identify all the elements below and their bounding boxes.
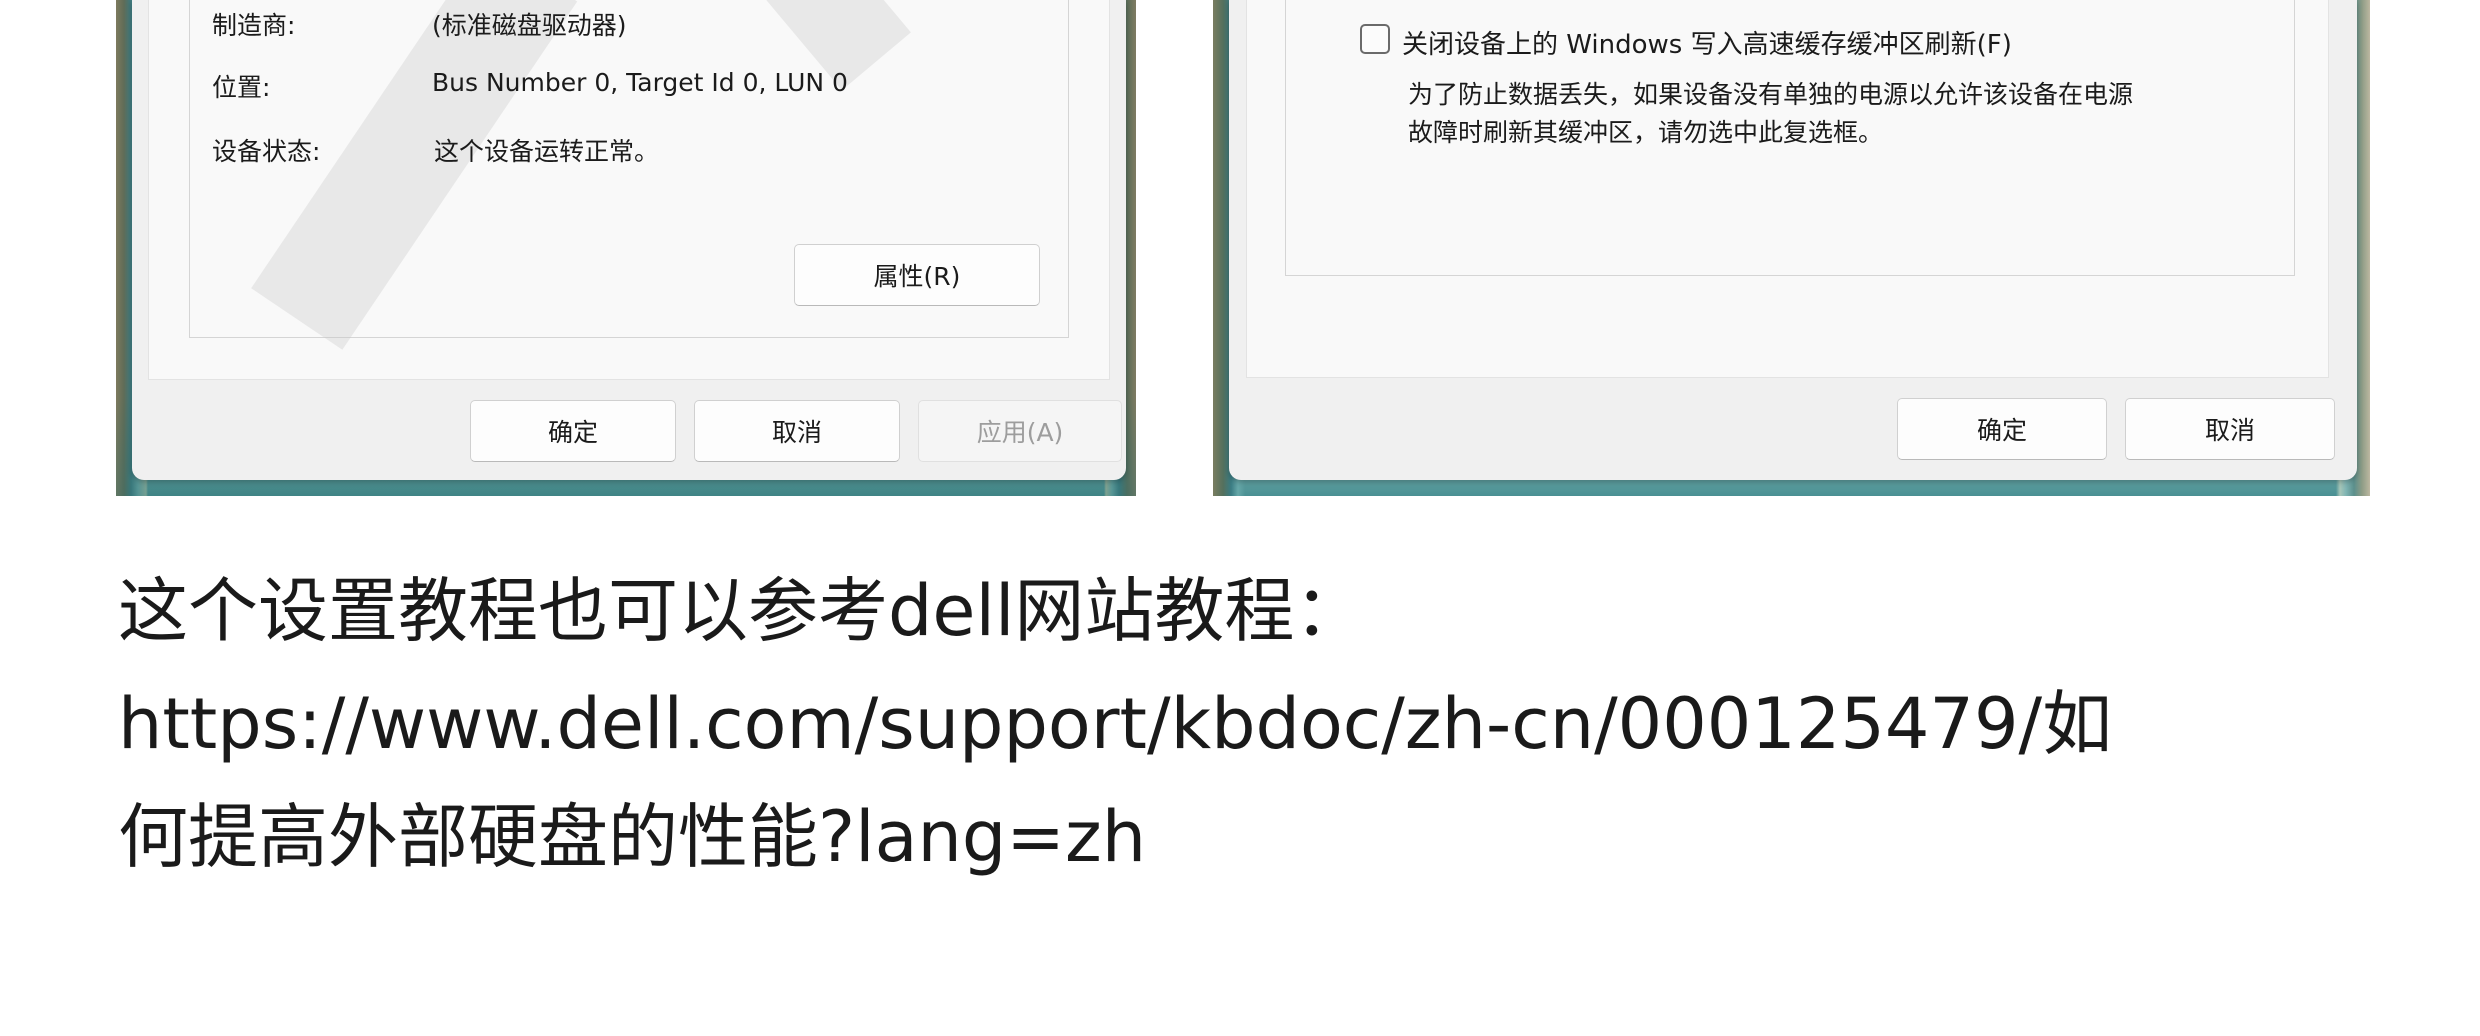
write-cache-description: 为了防止数据丢失，如果设备没有单独的电源以允许该设备在电源 故障时刷新其缓冲区，… — [1408, 76, 2133, 152]
manufacturer-value: (标准磁盘驱动器) — [432, 11, 627, 40]
caption-line: 这个设置教程也可以参考dell网站教程： — [118, 570, 1365, 652]
tutorial-caption: 这个设置教程也可以参考dell网站教程： https://www.dell.co… — [118, 555, 2458, 894]
policies-dialog: 关闭设备上的 Windows 写入高速缓存缓冲区刷新(F) 为了防止数据丢失，如… — [1229, 0, 2357, 480]
ok-button[interactable]: 确定 — [1897, 398, 2107, 460]
ok-button[interactable]: 确定 — [470, 400, 676, 462]
device-properties-dialog: 制造商: (标准磁盘驱动器) 位置: Bus Number 0, Target … — [132, 0, 1126, 480]
device-status-label: 设备状态: — [212, 137, 321, 166]
location-value: Bus Number 0, Target Id 0, LUN 0 — [432, 68, 848, 97]
cancel-button[interactable]: 取消 — [694, 400, 900, 462]
write-caching-group: 关闭设备上的 Windows 写入高速缓存缓冲区刷新(F) 为了防止数据丢失，如… — [1285, 0, 2295, 276]
manufacturer-label: 制造商: — [212, 11, 296, 40]
apply-button[interactable]: 应用(A) — [918, 400, 1122, 462]
caption-url-line[interactable]: 何提高外部硬盘的性能?lang=zh — [118, 781, 2458, 894]
right-screenshot: 关闭设备上的 Windows 写入高速缓存缓冲区刷新(F) 为了防止数据丢失，如… — [1213, 0, 2370, 496]
write-cache-flush-label[interactable]: 关闭设备上的 Windows 写入高速缓存缓冲区刷新(F) — [1402, 24, 2012, 61]
policies-tab-panel: 关闭设备上的 Windows 写入高速缓存缓冲区刷新(F) 为了防止数据丢失，如… — [1246, 0, 2329, 378]
watermark-mark — [251, 0, 578, 350]
write-cache-flush-checkbox[interactable] — [1360, 24, 1390, 54]
location-label: 位置: — [212, 73, 271, 102]
caption-url-line[interactable]: https://www.dell.com/support/kbdoc/zh-cn… — [118, 668, 2458, 781]
description-line: 为了防止数据丢失，如果设备没有单独的电源以允许该设备在电源 — [1408, 80, 2134, 109]
description-line: 故障时刷新其缓冲区，请勿选中此复选框。 — [1408, 118, 1884, 147]
cancel-button[interactable]: 取消 — [2125, 398, 2335, 460]
left-screenshot: 制造商: (标准磁盘驱动器) 位置: Bus Number 0, Target … — [116, 0, 1136, 496]
general-tab-panel: 制造商: (标准磁盘驱动器) 位置: Bus Number 0, Target … — [148, 0, 1110, 380]
device-status-group: 制造商: (标准磁盘驱动器) 位置: Bus Number 0, Target … — [189, 0, 1069, 350]
device-status-value: 这个设备运转正常。 — [434, 137, 660, 166]
properties-button[interactable]: 属性(R) — [794, 244, 1040, 306]
